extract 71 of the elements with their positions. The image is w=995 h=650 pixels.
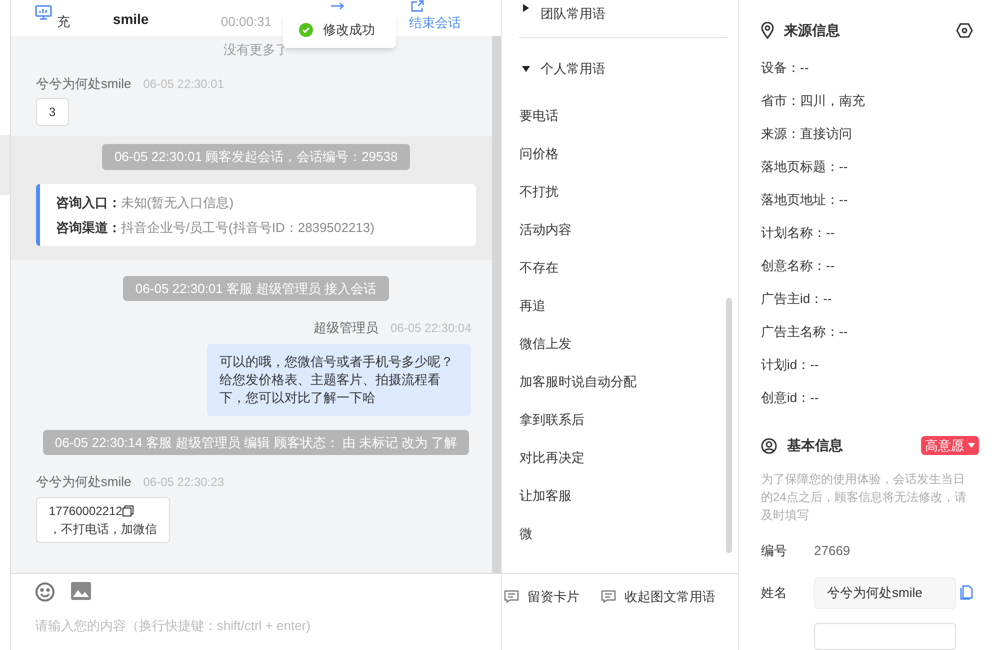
message-bubble: 3 — [36, 98, 69, 126]
message-time: 06-05 22:30:01 — [143, 76, 224, 92]
system-message: 06-05 22:30:14 客服 超级管理员 编辑 顾客状态： 由 未标记 改为 了解 — [42, 430, 470, 455]
user-icon — [761, 438, 777, 454]
field-label: 姓名 — [761, 584, 788, 602]
source-field: 来源：直接访问 — [761, 117, 973, 150]
caret-icon — [522, 4, 530, 12]
exit-icon — [410, 0, 425, 12]
location-text: 充 — [56, 13, 71, 30]
location-pin-icon — [761, 22, 774, 39]
name-field[interactable]: 兮兮为何处smile — [814, 576, 956, 608]
phrase-item[interactable]: 拿到联系后 — [519, 401, 728, 439]
phone-number: 17760002212 — [48, 502, 122, 520]
source-field: 落地页地址：-- — [761, 183, 973, 216]
phrase-item[interactable]: 让加客服 — [519, 477, 728, 515]
emoji-icon[interactable] — [34, 582, 55, 602]
image-icon[interactable] — [70, 582, 91, 600]
source-field: 创意id：-- — [761, 381, 973, 414]
arrow-icon[interactable] — [330, 2, 345, 10]
phrase-action-button[interactable]: 收起图文常用语 — [601, 587, 716, 606]
message-time: 06-05 22:30:23 — [143, 474, 224, 491]
source-field: 落地页标题：-- — [761, 150, 973, 183]
source-field: 计划id：-- — [761, 348, 973, 381]
phrase-item[interactable]: 不打扰 — [519, 173, 728, 211]
field-label: 编号 — [761, 542, 788, 560]
sender-name: 兮兮为何处smile — [36, 74, 132, 92]
caret-icon — [522, 65, 530, 73]
input-field[interactable] — [814, 622, 956, 650]
phrase-item[interactable]: 再追 — [519, 287, 728, 325]
message-text: ，不打电话，加微信 — [48, 520, 157, 538]
source-field: 广告主名称：-- — [761, 315, 973, 348]
entry-value: 抖音企业号/员工号(抖音号ID：2839502213) — [120, 218, 374, 237]
phrase-item[interactable]: 问价格 — [519, 135, 728, 173]
entry-label: 咨询入口： — [56, 194, 121, 212]
section-title: 基本信息 — [787, 436, 843, 455]
phrase-item[interactable]: 对比再决定 — [519, 439, 728, 477]
session-time: 00:00:31 — [220, 13, 273, 30]
entry-label: 咨询渠道： — [56, 218, 121, 236]
section-title: 来源信息 — [784, 21, 840, 40]
monitor-icon — [34, 5, 52, 21]
source-field: 省市：四川，南充 — [761, 84, 973, 117]
caret-icon — [968, 443, 975, 448]
phrase-group[interactable]: 个人常用语 — [519, 54, 728, 84]
entry-value: 未知(暂无入口信息) — [120, 194, 234, 212]
phrase-item[interactable]: 加客服时说自动分配 — [519, 363, 728, 401]
phrase-group[interactable]: 团队常用语 — [519, 0, 728, 38]
phrase-item[interactable]: 微 — [519, 515, 728, 553]
copy-icon[interactable] — [122, 504, 134, 516]
system-message: 06-05 22:30:01 顾客发起会话，会话编号：29538 — [102, 144, 410, 170]
message-bubble: 可以的哦，您微信号或者手机号多少呢？给您发价格表、主题客片、拍摄流程看下，您可以对比了解一下哈 — [207, 344, 472, 416]
message-input[interactable]: 请输入您的内容（换行快捷键：shift/ctrl + enter) — [34, 616, 478, 636]
system-message: 06-05 22:30:01 客服 超级管理员 接入会话 — [123, 276, 389, 301]
source-field: 设备：-- — [761, 51, 973, 84]
phrase-action-button[interactable]: 留资卡片 — [504, 587, 580, 606]
phrase-item[interactable]: 不存在 — [519, 249, 728, 287]
toast-text: 修改成功 — [323, 21, 375, 40]
phrase-item[interactable]: 微信上发 — [519, 325, 728, 363]
message-time: 06-05 22:30:04 — [390, 320, 472, 337]
phrase-item[interactable]: 要电话 — [519, 97, 728, 135]
sender-name: 超级管理员 — [314, 319, 378, 337]
success-icon — [299, 23, 313, 37]
settings-icon[interactable] — [956, 23, 973, 38]
sender-name: 兮兮为何处smile — [36, 473, 132, 491]
intent-tag[interactable]: 高意愿 — [921, 436, 979, 455]
source-field: 计划名称：-- — [761, 216, 973, 249]
phrase-item[interactable]: 活动内容 — [519, 211, 728, 249]
field-value: 27669 — [814, 542, 850, 560]
source-field: 广告主id：-- — [761, 282, 973, 315]
source-field: 创意名称：-- — [761, 249, 973, 282]
info-note: 为了保障您的使用体验，会话发生当日的24点之后，顾客信息将无法修改，请及时填写 — [761, 471, 968, 524]
customer-name: smile — [112, 11, 150, 28]
